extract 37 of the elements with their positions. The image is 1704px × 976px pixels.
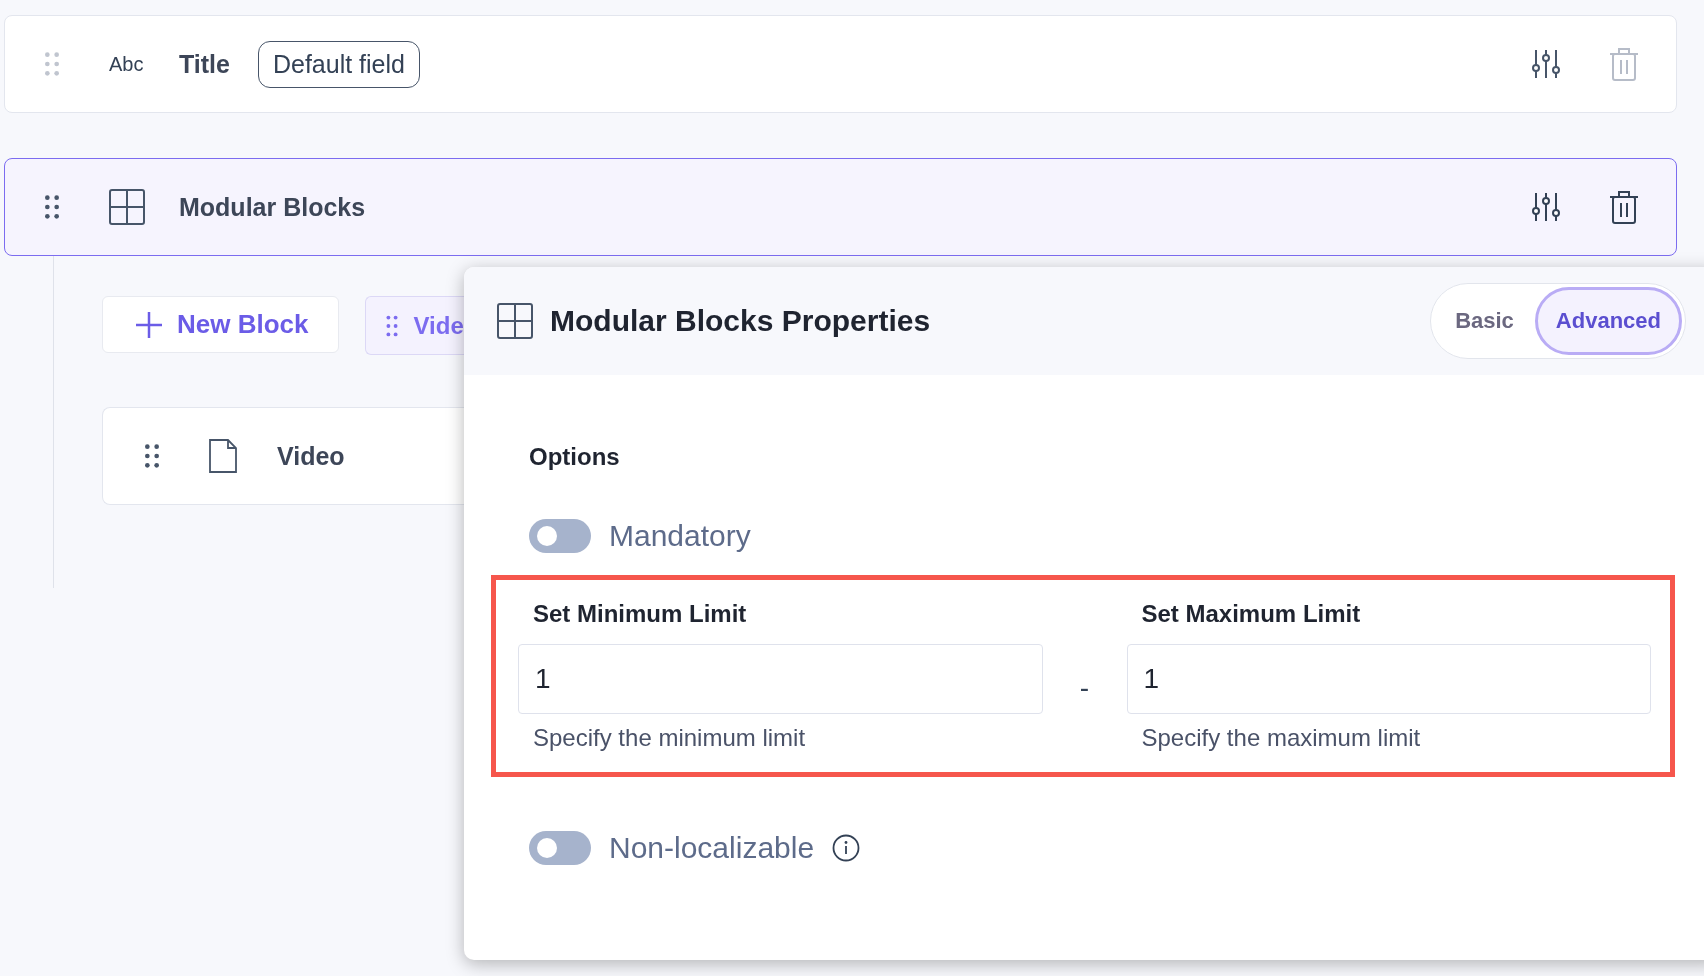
plus-icon xyxy=(135,310,163,339)
toggle-label: Mandatory xyxy=(609,519,751,553)
drag-handle-icon[interactable] xyxy=(45,194,59,220)
tab[interactable]: Advanced xyxy=(1534,287,1682,355)
toggle-label: Non-localizable xyxy=(609,831,815,865)
input-field[interactable]: 1 xyxy=(1126,644,1651,714)
input-field[interactable]: 1 xyxy=(518,644,1043,714)
default-field-tag: Default field xyxy=(257,40,420,88)
field-row[interactable]: Modular Blocks xyxy=(4,158,1677,256)
drag-handle-icon[interactable] xyxy=(145,443,159,469)
help-text: Specify the minimum limit xyxy=(533,724,807,752)
field-name: Modular Blocks xyxy=(179,192,366,222)
block-card[interactable]: Video xyxy=(102,407,464,505)
field-name: Title xyxy=(179,49,230,79)
block-chip[interactable]: Vide xyxy=(364,296,467,355)
text-type-icon: Abc xyxy=(109,52,147,76)
settings-icon[interactable] xyxy=(1530,190,1562,224)
field-label: Set Minimum Limit xyxy=(533,600,748,628)
grid-icon xyxy=(497,303,533,339)
tab[interactable]: Basic xyxy=(1434,287,1535,355)
field-label: Set Maximum Limit xyxy=(1141,600,1362,628)
new-block-button[interactable]: New Block xyxy=(102,296,339,353)
delete-icon[interactable] xyxy=(1608,190,1640,224)
document-icon xyxy=(209,439,237,473)
toggle-switch[interactable] xyxy=(529,519,591,553)
toggle-switch[interactable] xyxy=(529,831,591,865)
drag-handle-icon xyxy=(385,314,398,337)
field-row[interactable]: Abc Title Default field xyxy=(4,15,1677,113)
panel-title: Modular Blocks Properties xyxy=(550,304,931,338)
drag-handle-icon[interactable] xyxy=(45,51,59,77)
section-heading: Options xyxy=(529,443,621,471)
info-icon[interactable] xyxy=(832,834,861,862)
range-separator: - xyxy=(1078,672,1091,704)
settings-icon[interactable] xyxy=(1530,47,1562,81)
grid-icon xyxy=(109,189,145,225)
block-name: Video xyxy=(277,441,345,471)
help-text: Specify the maximum limit xyxy=(1141,724,1422,752)
